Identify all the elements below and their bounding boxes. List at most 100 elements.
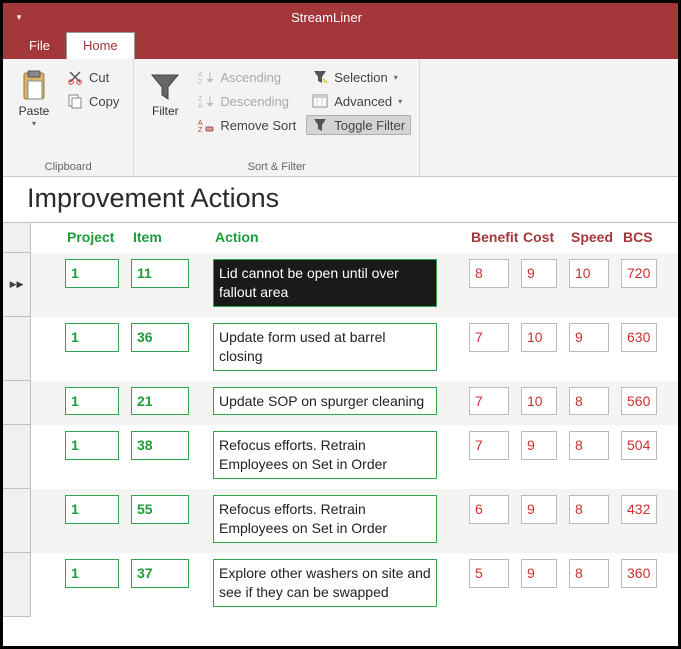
cut-button[interactable]: Cut (61, 67, 125, 87)
cell-item[interactable]: 37 (131, 559, 189, 588)
tab-file[interactable]: File (13, 33, 66, 59)
cell-cost[interactable]: 9 (521, 431, 557, 460)
cell-action[interactable]: Lid cannot be open until over fallout ar… (213, 259, 437, 307)
col-bcs[interactable]: BCS (615, 223, 663, 253)
filter-button[interactable]: Filter (140, 63, 190, 159)
cut-label: Cut (89, 70, 109, 85)
cell-item[interactable]: 11 (131, 259, 189, 288)
cell-action[interactable]: Refocus efforts. Retrain Employees on Se… (213, 495, 437, 543)
table-row[interactable]: 1 21 Update SOP on spurger cleaning 7 10 8 560 (3, 381, 678, 426)
row-selector-header (3, 223, 31, 253)
page-title: Improvement Actions (3, 177, 678, 222)
paste-button[interactable]: Paste ▾ (9, 63, 59, 159)
ribbon-tabstrip: File Home (3, 31, 678, 59)
table-row[interactable]: 1 38 Refocus efforts. Retrain Employees on… (3, 425, 678, 489)
cell-benefit[interactable]: 8 (469, 259, 509, 288)
selection-button[interactable]: Selection ▾ (306, 67, 411, 87)
cell-speed[interactable]: 8 (569, 559, 609, 588)
tab-home[interactable]: Home (66, 32, 135, 59)
descending-label: Descending (220, 94, 289, 109)
col-action[interactable]: Action (207, 223, 443, 253)
row-selector[interactable] (3, 489, 31, 553)
selection-icon (312, 69, 328, 85)
remove-sort-icon: AZ (198, 117, 214, 133)
cell-cost[interactable]: 10 (521, 387, 557, 416)
data-grid: Project Item Action Benefit Cost Speed B… (3, 222, 678, 617)
cell-project[interactable]: 1 (65, 559, 119, 588)
cell-cost[interactable]: 9 (521, 559, 557, 588)
svg-text:Z: Z (198, 96, 203, 103)
cell-speed[interactable]: 8 (569, 387, 609, 416)
cell-item[interactable]: 55 (131, 495, 189, 524)
remove-sort-button[interactable]: AZ Remove Sort (192, 115, 302, 135)
toggle-filter-button[interactable]: Toggle Filter (306, 115, 411, 135)
table-row[interactable]: 1 55 Refocus efforts. Retrain Employees on… (3, 489, 678, 553)
cell-project[interactable]: 1 (65, 387, 119, 416)
svg-text:A: A (198, 103, 203, 109)
cell-cost[interactable]: 9 (521, 259, 557, 288)
descending-button: ZA Descending (192, 91, 302, 111)
row-selector[interactable] (3, 553, 31, 617)
row-selector[interactable]: ▶ (3, 253, 31, 317)
cell-item[interactable]: 38 (131, 431, 189, 460)
cell-action[interactable]: Explore other washers on site and see if… (213, 559, 437, 607)
group-sort-filter-label: Sort & Filter (140, 159, 413, 176)
advanced-icon (312, 93, 328, 109)
cell-project[interactable]: 1 (65, 323, 119, 352)
toggle-filter-label: Toggle Filter (334, 118, 405, 133)
paste-label: Paste (19, 105, 50, 118)
cell-bcs[interactable]: 504 (621, 431, 657, 460)
table-row[interactable]: 1 37 Explore other washers on site and see… (3, 553, 678, 617)
qat-customize-icon[interactable]: ▾ (15, 13, 23, 21)
sort-asc-icon: AZ (198, 69, 214, 85)
title-bar: ▾ StreamLiner (3, 3, 678, 31)
copy-button[interactable]: Copy (61, 91, 125, 111)
ribbon: Paste ▾ Cut Copy Clipboard (3, 59, 678, 177)
col-project[interactable]: Project (59, 223, 125, 253)
cell-action[interactable]: Update form used at barrel closing (213, 323, 437, 371)
cell-action[interactable]: Update SOP on spurger cleaning (213, 387, 437, 416)
cell-benefit[interactable]: 6 (469, 495, 509, 524)
cell-cost[interactable]: 10 (521, 323, 557, 352)
cell-speed[interactable]: 10 (569, 259, 609, 288)
ascending-button: AZ Ascending (192, 67, 302, 87)
cell-speed[interactable]: 9 (569, 323, 609, 352)
cell-speed[interactable]: 8 (569, 495, 609, 524)
cell-benefit[interactable]: 7 (469, 431, 509, 460)
cell-project[interactable]: 1 (65, 495, 119, 524)
cell-item[interactable]: 21 (131, 387, 189, 416)
cell-benefit[interactable]: 7 (469, 387, 509, 416)
cell-project[interactable]: 1 (65, 431, 119, 460)
col-cost[interactable]: Cost (515, 223, 563, 253)
cell-bcs[interactable]: 630 (621, 323, 657, 352)
cell-speed[interactable]: 8 (569, 431, 609, 460)
advanced-button[interactable]: Advanced ▾ (306, 91, 411, 111)
cell-project[interactable]: 1 (65, 259, 119, 288)
row-selector[interactable] (3, 425, 31, 489)
header-row: Project Item Action Benefit Cost Speed B… (3, 223, 678, 253)
ascending-label: Ascending (220, 70, 281, 85)
cell-bcs[interactable]: 720 (621, 259, 657, 288)
cell-bcs[interactable]: 360 (621, 559, 657, 588)
filter-icon (148, 69, 182, 103)
col-benefit[interactable]: Benefit (463, 223, 515, 253)
svg-text:Z: Z (198, 127, 203, 133)
table-row[interactable]: ▶111Lid cannot be open until over fallou… (3, 253, 678, 317)
cell-cost[interactable]: 9 (521, 495, 557, 524)
col-speed[interactable]: Speed (563, 223, 615, 253)
row-selector[interactable] (3, 317, 31, 381)
cell-bcs[interactable]: 560 (621, 387, 657, 416)
chevron-down-icon: ▾ (398, 97, 402, 106)
cell-item[interactable]: 36 (131, 323, 189, 352)
paste-icon (17, 69, 51, 103)
svg-text:A: A (198, 72, 203, 79)
row-selector[interactable] (3, 381, 31, 426)
table-row[interactable]: 1 36 Update form used at barrel closing 7 10… (3, 317, 678, 381)
cell-action[interactable]: Refocus efforts. Retrain Employees on Se… (213, 431, 437, 479)
group-clipboard-label: Clipboard (9, 159, 127, 176)
cell-benefit[interactable]: 5 (469, 559, 509, 588)
col-item[interactable]: Item (125, 223, 195, 253)
cell-bcs[interactable]: 432 (621, 495, 657, 524)
cell-benefit[interactable]: 7 (469, 323, 509, 352)
remove-sort-label: Remove Sort (220, 118, 296, 133)
